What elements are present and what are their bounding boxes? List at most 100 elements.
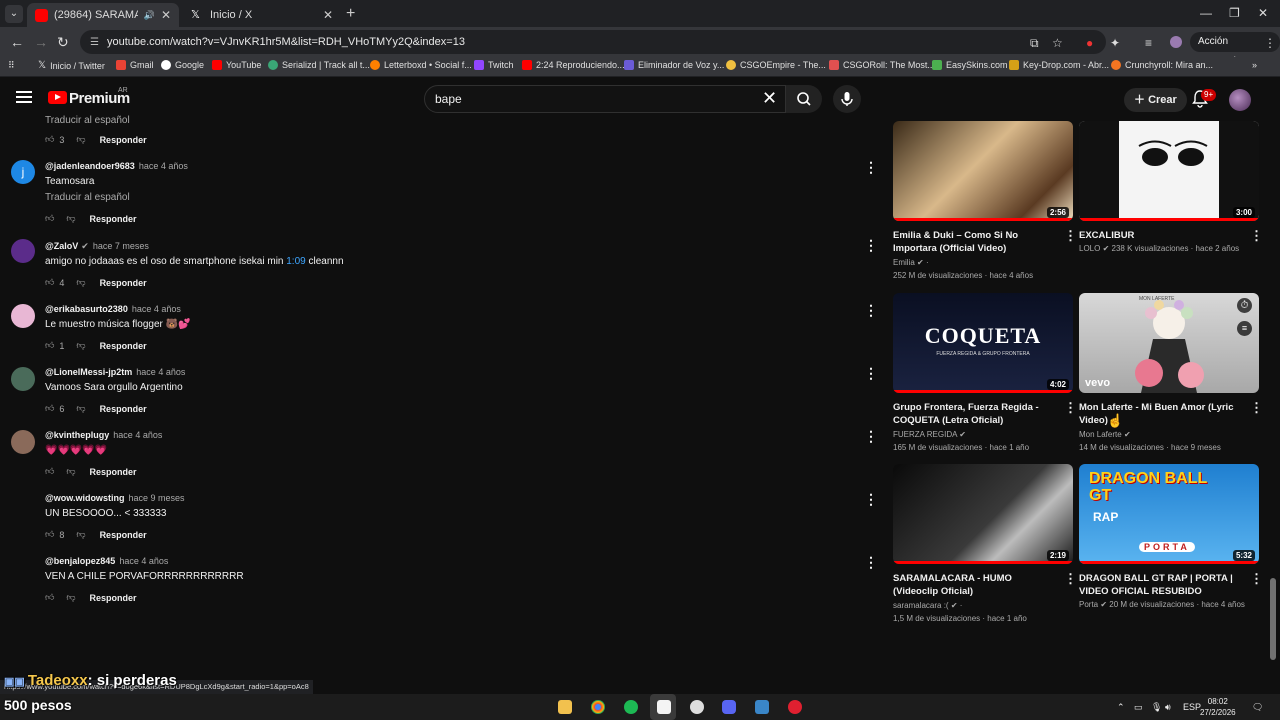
- bookmark-twitter[interactable]: 𝕏 Inicio / Twitter: [38, 60, 105, 71]
- video-menu-icon[interactable]: [1250, 571, 1263, 587]
- comment-time[interactable]: hace 4 años: [113, 430, 162, 440]
- commenter-avatar[interactable]: [11, 239, 35, 263]
- close-tab-icon[interactable]: ✕: [161, 8, 171, 22]
- comment-time[interactable]: hace 4 años: [139, 161, 188, 171]
- reply-button[interactable]: Responder: [100, 278, 147, 288]
- close-tab-icon[interactable]: ✕: [323, 8, 333, 22]
- like-icon[interactable]: 👍︎: [45, 466, 54, 477]
- like-icon[interactable]: 👍︎: [45, 529, 54, 540]
- comment-author[interactable]: @ZaloV: [45, 241, 78, 251]
- comment-time[interactable]: hace 4 años: [132, 304, 181, 314]
- comment-menu-icon[interactable]: [864, 554, 878, 571]
- network-icon[interactable]: ▭: [1134, 702, 1143, 713]
- more-bookmarks-icon[interactable]: »: [1252, 60, 1257, 70]
- bookmark-youtube[interactable]: YouTube: [212, 60, 261, 70]
- comment-author[interactable]: @LionelMessi-jp2tm: [45, 367, 132, 377]
- dislike-icon[interactable]: 👎︎: [76, 277, 85, 288]
- timestamp-link[interactable]: 1:09: [286, 256, 305, 267]
- tab-youtube[interactable]: (29864) SARAMALACARA X 🔊 ✕: [27, 3, 179, 27]
- comment-time[interactable]: hace 4 años: [136, 367, 185, 377]
- video-title[interactable]: EXCALIBUR: [1079, 229, 1239, 242]
- video-thumbnail[interactable]: DRAGON BALL GT RAP PORTA 5:32: [1079, 464, 1259, 564]
- video-menu-icon[interactable]: [1064, 400, 1077, 416]
- menu-icon[interactable]: [16, 91, 32, 103]
- like-icon[interactable]: 👍︎: [45, 592, 54, 603]
- like-icon[interactable]: 👍︎: [45, 213, 54, 224]
- spotify-icon[interactable]: [624, 700, 638, 714]
- reply-button[interactable]: Responder: [90, 593, 137, 603]
- comment-author[interactable]: @kvintheplugy: [45, 430, 109, 440]
- dislike-icon[interactable]: 👎︎: [76, 403, 85, 414]
- bookmark-keydrop[interactable]: Key-Drop.com - Abr...: [1009, 60, 1109, 70]
- comment-menu-icon[interactable]: [864, 237, 878, 254]
- video-title[interactable]: Grupo Frontera, Fuerza Regida - COQUETA …: [893, 401, 1053, 427]
- tab-x[interactable]: 𝕏 Inicio / X ✕: [183, 3, 341, 27]
- channel-name[interactable]: Emilia ✔ ·: [893, 258, 929, 267]
- create-button[interactable]: ＋ Crear: [1124, 88, 1187, 112]
- comment-author[interactable]: @wow.widowsting: [45, 493, 124, 503]
- channel-name[interactable]: Mon Laferte ✔: [1079, 430, 1131, 439]
- commenter-avatar[interactable]: [11, 430, 35, 454]
- new-tab-icon[interactable]: +: [346, 5, 355, 23]
- video-thumbnail[interactable]: vevo MON LAFERTE ⏱ ≡: [1079, 293, 1259, 393]
- comment-time[interactable]: hace 4 años: [119, 556, 168, 566]
- search-input[interactable]: bape: [424, 85, 786, 113]
- tray-expand-icon[interactable]: ⌃: [1117, 702, 1125, 713]
- dislike-icon[interactable]: 👎︎: [76, 340, 85, 351]
- dislike-icon[interactable]: 👎︎: [66, 592, 75, 603]
- comment-menu-icon[interactable]: [864, 302, 878, 319]
- reply-button[interactable]: Responder: [100, 404, 147, 414]
- clear-search-icon[interactable]: ✕: [762, 88, 777, 108]
- video-title[interactable]: Emilia & Duki – Como Si No Importara (Of…: [893, 229, 1053, 255]
- voice-search-button[interactable]: [833, 85, 861, 113]
- obs-icon[interactable]: [690, 700, 704, 714]
- notification-center-icon[interactable]: 🗨︎: [1252, 702, 1263, 713]
- commenter-avatar[interactable]: [11, 304, 35, 328]
- comment-menu-icon[interactable]: [864, 365, 878, 382]
- dislike-icon[interactable]: 👎︎: [76, 134, 85, 145]
- channel-label[interactable]: Porta: [1079, 600, 1098, 609]
- video-thumbnail[interactable]: 3:00: [1079, 121, 1259, 221]
- bookmark-easyskins[interactable]: EasySkins.com: [932, 60, 1008, 70]
- translate-link[interactable]: Traducir al español: [45, 115, 130, 126]
- video-title[interactable]: DRAGON BALL GT RAP | PORTA | VIDEO OFICI…: [1079, 572, 1239, 598]
- apps-icon[interactable]: ⠿: [8, 60, 15, 71]
- commenter-avatar[interactable]: j: [11, 160, 35, 184]
- back-icon[interactable]: ←: [10, 34, 24, 50]
- channel-name[interactable]: FUERZA REGIDA ✔: [893, 430, 966, 439]
- video-menu-icon[interactable]: [1064, 571, 1077, 587]
- comment-author[interactable]: @benjalopez845: [45, 556, 115, 566]
- bookmark-crunchyroll[interactable]: Crunchyroll: Mira an...: [1111, 60, 1213, 70]
- video-menu-icon[interactable]: [1064, 228, 1077, 244]
- site-info-icon[interactable]: ☰: [90, 37, 99, 48]
- file-explorer-icon[interactable]: [558, 700, 572, 714]
- channel-label[interactable]: LOLO: [1079, 244, 1100, 253]
- comment-menu-icon[interactable]: [864, 428, 878, 445]
- video-thumbnail[interactable]: COQUETA FUERZA REGIDA & GRUPO FRONTERA 4…: [893, 293, 1073, 393]
- bookmark-csgoempire[interactable]: CSGOEmpire - The...: [726, 60, 826, 70]
- notepad-icon[interactable]: [657, 700, 671, 714]
- close-window-icon[interactable]: ✕: [1258, 6, 1268, 20]
- dislike-icon[interactable]: 👎︎: [66, 213, 75, 224]
- search-button[interactable]: [786, 85, 822, 113]
- microphone-tray-icon[interactable]: 🎙︎: [1151, 702, 1162, 713]
- page-scrollbar[interactable]: [1270, 578, 1276, 660]
- speaker-icon[interactable]: 🔊: [144, 10, 155, 21]
- reply-button[interactable]: Responder: [100, 341, 147, 351]
- discord-icon[interactable]: [722, 700, 736, 714]
- video-title[interactable]: SARAMALACARA - HUMO (Videoclip Oficial): [893, 572, 1053, 598]
- profile-avatar[interactable]: [1170, 36, 1182, 48]
- bookmark-voice-remover[interactable]: Eliminador de Voz y...: [624, 60, 724, 70]
- video-thumbnail[interactable]: 2:19: [893, 464, 1073, 564]
- reply-button[interactable]: Responder: [100, 530, 147, 540]
- comment-menu-icon[interactable]: [864, 159, 878, 176]
- bookmark-reproduciendo[interactable]: 2:24 Reproduciendo...: [522, 60, 625, 70]
- account-avatar[interactable]: [1229, 89, 1251, 111]
- reply-button[interactable]: Responder: [90, 467, 137, 477]
- reload-icon[interactable]: ↻: [57, 34, 69, 51]
- dislike-icon[interactable]: 👎︎: [76, 529, 85, 540]
- extensions-icon[interactable]: ✦: [1110, 36, 1120, 50]
- tab-search-button[interactable]: ⌄: [5, 5, 23, 23]
- bookmark-google[interactable]: Google: [161, 60, 204, 70]
- video-title[interactable]: Mon Laferte - Mi Buen Amor (Lyric Video): [1079, 401, 1239, 427]
